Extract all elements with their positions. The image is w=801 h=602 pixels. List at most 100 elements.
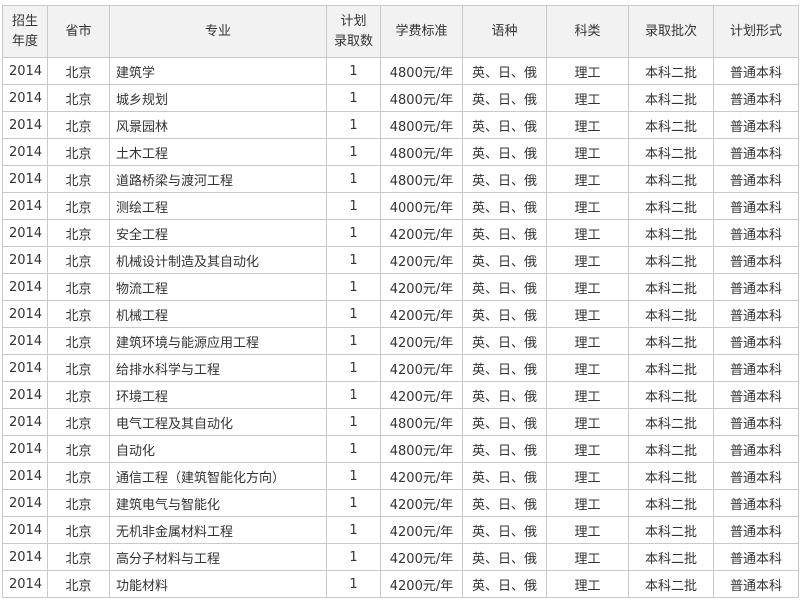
major-cell: 道路桥梁与渡河工程	[109, 165, 327, 193]
province-cell: 北京	[47, 327, 110, 355]
major-cell: 物流工程	[109, 273, 327, 301]
table-row: 2014 北京 风景园林 1 4800元/年 英、日、俄 理工 本科二批 普通本科	[2, 111, 799, 139]
province-cell: 北京	[47, 489, 110, 517]
year-cell: 2014	[2, 219, 48, 247]
quota-cell: 1	[326, 489, 381, 517]
table-header: 招生 年度 省市 专业 计划 录取数 学费标准 语种 科类 录取批次 计划形式	[2, 5, 799, 58]
batch-cell: 本科二批	[628, 354, 714, 382]
tuition-cell: 4200元/年	[380, 489, 463, 517]
batch-cell: 本科二批	[628, 327, 714, 355]
language-cell: 英、日、俄	[462, 192, 547, 220]
quota-cell: 1	[326, 84, 381, 112]
major-cell: 通信工程（建筑智能化方向）	[109, 462, 327, 490]
year-cell: 2014	[2, 489, 48, 517]
language-cell: 英、日、俄	[462, 354, 547, 382]
batch-cell: 本科二批	[628, 165, 714, 193]
header-quota: 计划 录取数	[326, 5, 381, 58]
batch-cell: 本科二批	[628, 381, 714, 409]
quota-cell: 1	[326, 381, 381, 409]
tuition-cell: 4200元/年	[380, 381, 463, 409]
table-row: 2014 北京 自动化 1 4800元/年 英、日、俄 理工 本科二批 普通本科	[2, 435, 799, 463]
table-row: 2014 北京 机械设计制造及其自动化 1 4200元/年 英、日、俄 理工 本科二批 普通本科	[2, 246, 799, 274]
form-cell: 普通本科	[713, 462, 799, 490]
quota-cell: 1	[326, 435, 381, 463]
tuition-cell: 4800元/年	[380, 165, 463, 193]
category-cell: 理工	[546, 273, 629, 301]
category-cell: 理工	[546, 570, 629, 598]
quota-cell: 1	[326, 165, 381, 193]
quota-cell: 1	[326, 408, 381, 436]
category-cell: 理工	[546, 354, 629, 382]
year-cell: 2014	[2, 435, 48, 463]
language-cell: 英、日、俄	[462, 489, 547, 517]
category-cell: 理工	[546, 462, 629, 490]
major-cell: 测绘工程	[109, 192, 327, 220]
header-batch: 录取批次	[628, 5, 714, 58]
header-major: 专业	[109, 5, 327, 58]
header-province: 省市	[47, 5, 110, 58]
year-cell: 2014	[2, 165, 48, 193]
quota-cell: 1	[326, 354, 381, 382]
tuition-cell: 4200元/年	[380, 516, 463, 544]
quota-cell: 1	[326, 570, 381, 598]
batch-cell: 本科二批	[628, 543, 714, 571]
language-cell: 英、日、俄	[462, 435, 547, 463]
form-cell: 普通本科	[713, 435, 799, 463]
table-row: 2014 北京 给排水科学与工程 1 4200元/年 英、日、俄 理工 本科二批 普通本科	[2, 354, 799, 382]
province-cell: 北京	[47, 192, 110, 220]
quota-cell: 1	[326, 516, 381, 544]
category-cell: 理工	[546, 84, 629, 112]
form-cell: 普通本科	[713, 57, 799, 85]
province-cell: 北京	[47, 111, 110, 139]
major-cell: 机械工程	[109, 300, 327, 328]
language-cell: 英、日、俄	[462, 570, 547, 598]
form-cell: 普通本科	[713, 246, 799, 274]
year-cell: 2014	[2, 57, 48, 85]
category-cell: 理工	[546, 381, 629, 409]
language-cell: 英、日、俄	[462, 408, 547, 436]
category-cell: 理工	[546, 138, 629, 166]
category-cell: 理工	[546, 408, 629, 436]
form-cell: 普通本科	[713, 138, 799, 166]
year-cell: 2014	[2, 354, 48, 382]
quota-cell: 1	[326, 273, 381, 301]
table-row: 2014 北京 无机非金属材料工程 1 4200元/年 英、日、俄 理工 本科二批 普通本科	[2, 516, 799, 544]
tuition-cell: 4800元/年	[380, 435, 463, 463]
year-cell: 2014	[2, 300, 48, 328]
header-tuition: 学费标准	[380, 5, 463, 58]
category-cell: 理工	[546, 165, 629, 193]
category-cell: 理工	[546, 192, 629, 220]
year-cell: 2014	[2, 381, 48, 409]
table-row: 2014 北京 高分子材料与工程 1 4200元/年 英、日、俄 理工 本科二批 普通本科	[2, 543, 799, 571]
table-body: 2014 北京 建筑学 1 4800元/年 英、日、俄 理工 本科二批 普通本科 2014 北京 城乡…	[2, 57, 799, 598]
table-row: 2014 北京 城乡规划 1 4800元/年 英、日、俄 理工 本科二批 普通本科	[2, 84, 799, 112]
table-row: 2014 北京 建筑环境与能源应用工程 1 4200元/年 英、日、俄 理工 本科二批 普通本科	[2, 327, 799, 355]
tuition-cell: 4200元/年	[380, 354, 463, 382]
quota-cell: 1	[326, 138, 381, 166]
tuition-cell: 4800元/年	[380, 111, 463, 139]
tuition-cell: 4200元/年	[380, 543, 463, 571]
form-cell: 普通本科	[713, 192, 799, 220]
batch-cell: 本科二批	[628, 138, 714, 166]
province-cell: 北京	[47, 57, 110, 85]
tuition-cell: 4200元/年	[380, 462, 463, 490]
header-year-line1: 招生	[11, 13, 38, 29]
batch-cell: 本科二批	[628, 435, 714, 463]
major-cell: 给排水科学与工程	[109, 354, 327, 382]
form-cell: 普通本科	[713, 300, 799, 328]
header-quota-line1: 计划	[340, 13, 367, 29]
category-cell: 理工	[546, 327, 629, 355]
batch-cell: 本科二批	[628, 570, 714, 598]
language-cell: 英、日、俄	[462, 300, 547, 328]
quota-cell: 1	[326, 300, 381, 328]
form-cell: 普通本科	[713, 165, 799, 193]
header-year: 招生 年度	[2, 5, 48, 58]
batch-cell: 本科二批	[628, 192, 714, 220]
form-cell: 普通本科	[713, 543, 799, 571]
year-cell: 2014	[2, 543, 48, 571]
province-cell: 北京	[47, 300, 110, 328]
batch-cell: 本科二批	[628, 462, 714, 490]
table-row: 2014 北京 环境工程 1 4200元/年 英、日、俄 理工 本科二批 普通本科	[2, 381, 799, 409]
tuition-cell: 4200元/年	[380, 327, 463, 355]
major-cell: 功能材料	[109, 570, 327, 598]
